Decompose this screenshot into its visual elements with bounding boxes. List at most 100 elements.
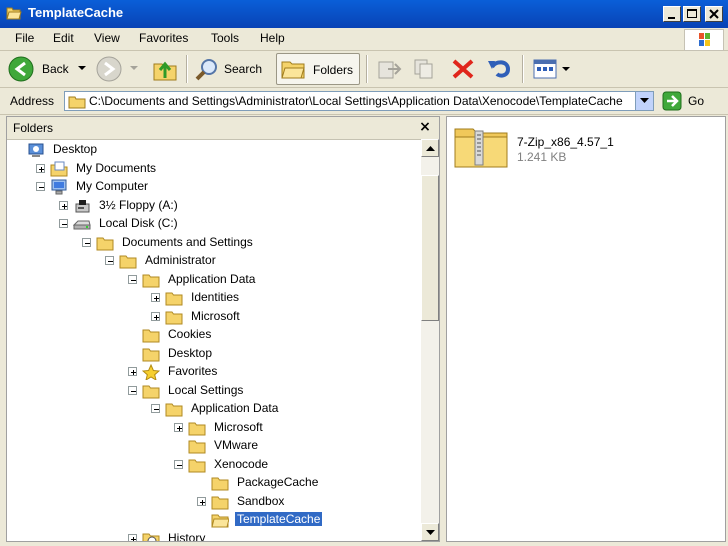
desktop-icon (28, 143, 44, 157)
menu-edit[interactable]: Edit (53, 31, 74, 45)
folder-icon (142, 385, 160, 398)
expand-icon[interactable] (59, 200, 68, 210)
move-to-button[interactable] (374, 53, 404, 85)
tree-item-label: Microsoft (214, 419, 263, 434)
delete-button[interactable] (448, 53, 478, 85)
tree-item-label: Application Data (168, 271, 256, 286)
collapse-icon[interactable] (82, 237, 91, 247)
chevron-down-icon[interactable] (130, 66, 138, 71)
folder-icon (119, 255, 137, 269)
folders-pane-title: Folders (13, 121, 54, 135)
address-input[interactable]: C:\Documents and Settings\Administrator\… (64, 91, 654, 111)
tree-item-label: My Computer (76, 179, 149, 193)
menu-favorites[interactable]: Favorites (139, 31, 188, 45)
folders-pane-header: Folders × (7, 117, 439, 140)
close-button[interactable] (705, 6, 723, 22)
search-button[interactable]: Search (192, 53, 272, 85)
scroll-thumb[interactable] (421, 175, 439, 321)
tree-item-label: Microsoft (191, 308, 240, 323)
folder-tree: Desktop My Documents My Computer 3½ Floppy … (7, 139, 421, 541)
expand-icon[interactable] (128, 367, 137, 376)
maximize-button[interactable] (683, 6, 701, 22)
my-computer-icon (51, 179, 67, 195)
toolbar-separator (522, 55, 524, 83)
tree-item-label: Xenocode (214, 456, 269, 471)
folder-open-icon (6, 7, 22, 20)
expand-icon[interactable] (151, 293, 160, 302)
tree-item-label: Local Disk (C:) (99, 216, 178, 230)
undo-button[interactable] (484, 53, 514, 85)
folder-icon (68, 96, 86, 109)
close-pane-icon[interactable]: × (417, 119, 433, 135)
move-to-icon (378, 61, 402, 79)
undo-icon (488, 60, 511, 78)
folder-icon (188, 459, 206, 472)
folder-icon (142, 348, 160, 361)
folder-icon (165, 311, 183, 324)
folder-icon (96, 237, 114, 250)
menu-tools[interactable]: Tools (211, 31, 239, 45)
collapse-icon[interactable] (36, 182, 45, 191)
collapse-icon[interactable] (174, 459, 183, 469)
folders-pane: Folders × Desktop My Documents My Computer… (6, 116, 440, 542)
scroll-down-button[interactable] (421, 523, 439, 541)
go-button[interactable]: Go (660, 91, 722, 111)
expand-icon[interactable] (151, 311, 160, 321)
address-bar: Address C:\Documents and Settings\Admini… (0, 88, 728, 115)
folder-icon (188, 440, 206, 454)
chevron-down-icon (640, 98, 649, 103)
zip-folder-icon (454, 128, 508, 168)
folders-button[interactable]: Folders (276, 53, 360, 85)
tree-item-label: History (168, 530, 206, 542)
search-label: Search (224, 62, 263, 76)
chevron-down-icon[interactable] (562, 67, 570, 72)
folders-icon (281, 61, 305, 79)
collapse-icon[interactable] (151, 404, 160, 413)
collapse-icon[interactable] (59, 219, 68, 228)
vertical-scrollbar[interactable] (421, 139, 439, 541)
delete-x-icon (452, 59, 474, 79)
collapse-icon[interactable] (128, 274, 137, 284)
copy-to-icon (414, 59, 433, 79)
collapse-icon[interactable] (105, 256, 114, 265)
my-documents-icon (50, 161, 68, 176)
expand-icon[interactable] (174, 422, 183, 432)
toolbar-separator (366, 55, 368, 83)
folder-icon (142, 329, 160, 343)
views-button[interactable] (530, 53, 572, 85)
forward-button[interactable] (94, 53, 146, 85)
tree-item-label: Local Settings (168, 382, 244, 397)
file-size: 1.241 KB (517, 150, 567, 164)
tree-item-label: PackageCache (237, 475, 319, 489)
file-item[interactable]: 7-Zip_x86_4.57_1 1.241 KB (453, 123, 713, 173)
menu-bar: File Edit View Favorites Tools Help (0, 28, 728, 51)
chevron-down-icon[interactable] (78, 66, 86, 71)
folders-label: Folders (313, 63, 354, 77)
copy-to-button[interactable] (410, 53, 440, 85)
menu-view[interactable]: View (94, 31, 120, 45)
back-button[interactable]: Back (6, 53, 88, 85)
expand-icon[interactable] (197, 496, 206, 506)
search-icon (195, 59, 217, 81)
up-folder-button[interactable] (150, 53, 180, 85)
drive-icon (73, 220, 91, 230)
file-name: 7-Zip_x86_4.57_1 (517, 135, 614, 149)
tree-item-label: Sandbox (237, 493, 285, 508)
menu-file[interactable]: File (15, 31, 34, 45)
scroll-up-button[interactable] (421, 139, 439, 157)
tree-item-label: VMware (214, 438, 259, 452)
file-list-pane: 7-Zip_x86_4.57_1 1.241 KB (446, 116, 726, 542)
expand-icon[interactable] (36, 163, 45, 173)
address-dropdown-button[interactable] (635, 92, 653, 110)
history-icon (142, 533, 160, 541)
expand-icon[interactable] (128, 533, 137, 541)
collapse-icon[interactable] (128, 385, 137, 395)
tree-item-label: Cookies (168, 327, 212, 341)
folder-icon (165, 292, 183, 306)
windows-logo (684, 29, 724, 51)
back-arrow-icon (8, 56, 34, 82)
minimize-button[interactable] (663, 6, 681, 22)
menu-help[interactable]: Help (260, 31, 285, 45)
folder-icon (165, 403, 183, 417)
folder-open-icon (211, 514, 229, 528)
